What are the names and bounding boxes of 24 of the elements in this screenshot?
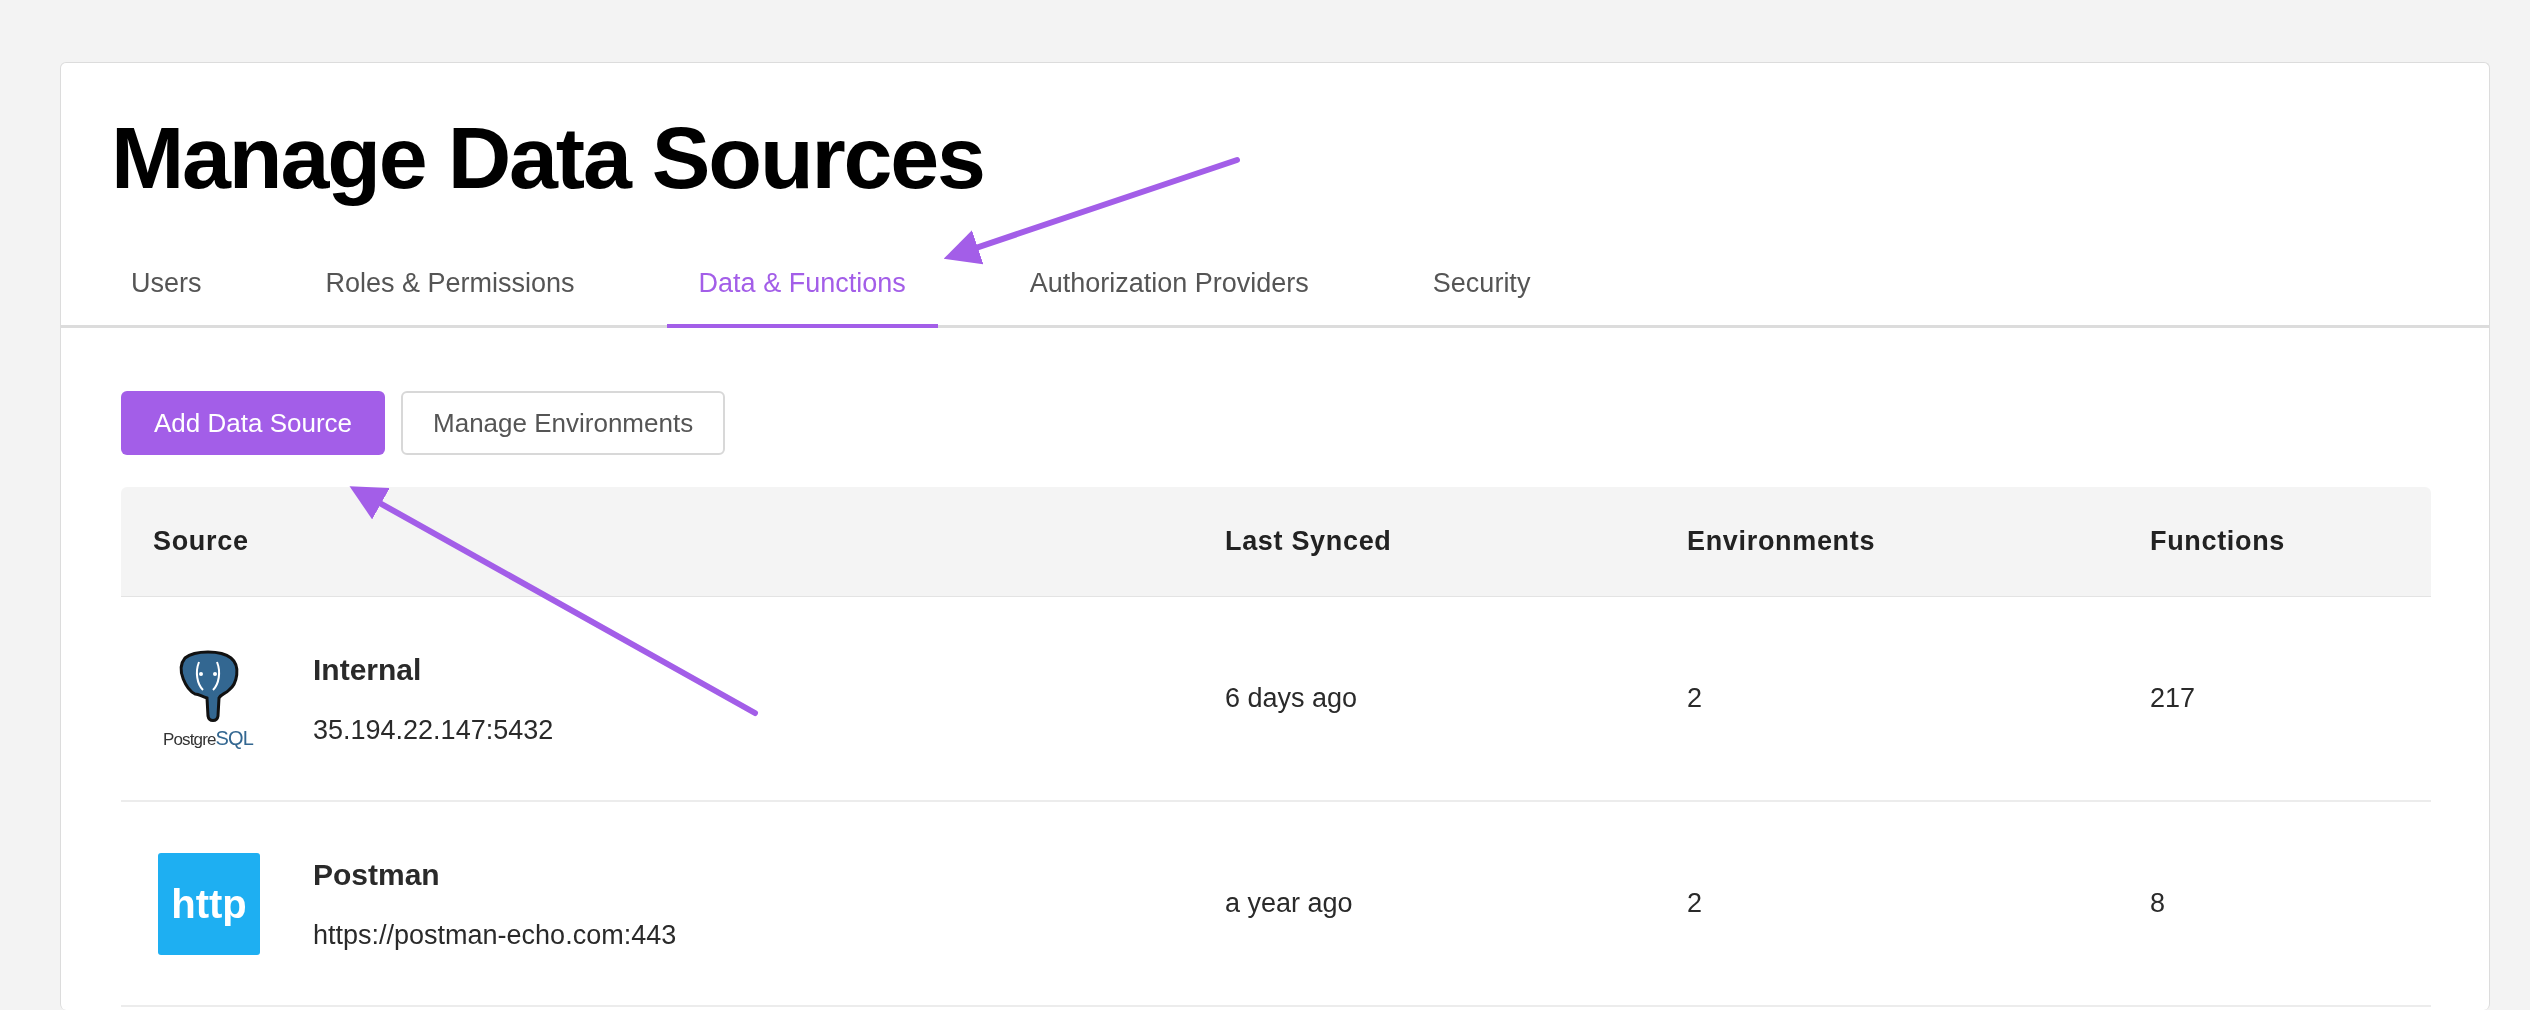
table-cell-text: 2 — [1687, 887, 1704, 921]
tab[interactable]: Security — [1400, 243, 1563, 328]
table-cell-text: 8 — [2150, 887, 2167, 921]
http-logo: http — [158, 852, 260, 955]
column-header: Functions — [2150, 525, 2287, 559]
database-logo: PostgreSQL — [153, 649, 263, 748]
source-name: Internal — [313, 651, 423, 688]
column-header: Environments — [1687, 525, 1877, 559]
table-cell-text: a year ago — [1225, 887, 1354, 921]
table-cell-text: 2 — [1687, 682, 1704, 716]
tab[interactable]: Roles & Permissions — [293, 243, 607, 328]
column-header: Source — [153, 525, 250, 559]
tab[interactable]: Data & Functions — [666, 243, 938, 328]
source-address: https://postman-echo.com:443 — [313, 918, 677, 952]
add-button[interactable]: Add Data Source — [121, 391, 385, 455]
source-name: Postman — [313, 856, 441, 893]
table-cell-text: 6 days ago — [1225, 682, 1359, 716]
page-title: Manage Data Sources — [111, 107, 984, 209]
tab[interactable]: Authorization Providers — [997, 243, 1341, 328]
source-address: 35.194.22.147:5432 — [313, 713, 554, 747]
tab[interactable]: Users — [99, 243, 234, 328]
manage-button[interactable]: Manage Environments — [401, 391, 726, 455]
table-cell-text: 217 — [2150, 682, 2197, 716]
column-header: Last Synced — [1225, 525, 1393, 559]
